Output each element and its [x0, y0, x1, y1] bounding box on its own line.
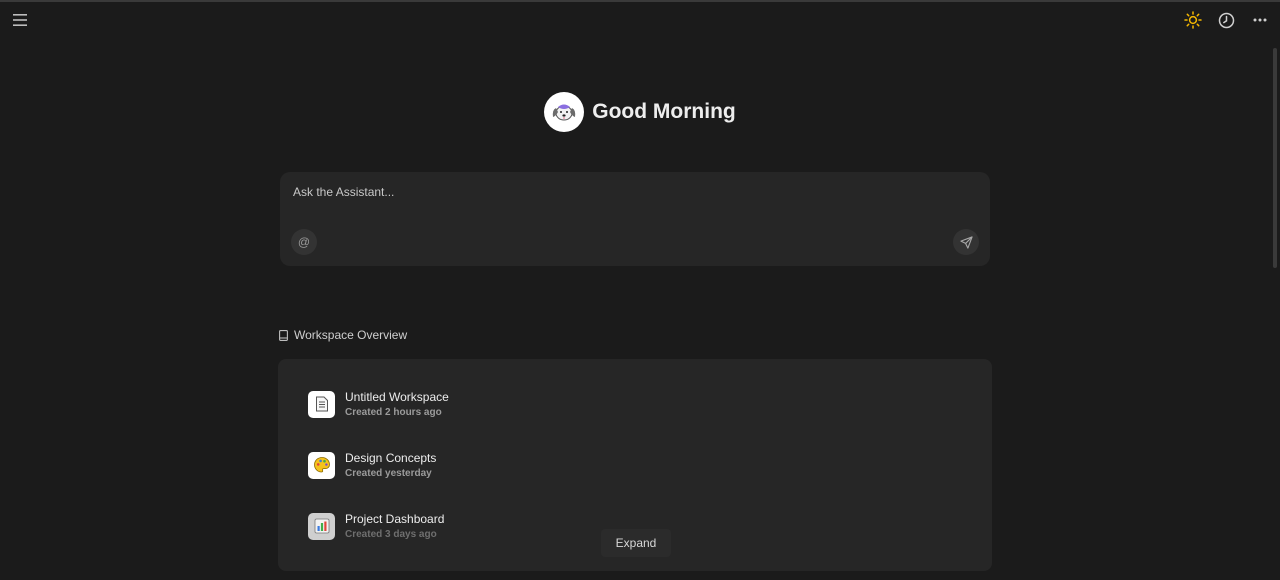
palette-icon — [308, 451, 335, 479]
mention-button[interactable]: @ — [291, 229, 317, 255]
top-border — [0, 0, 1280, 2]
greeting: Good Morning — [0, 92, 1280, 132]
greeting-text: Good Morning — [592, 100, 736, 123]
workspace-item-project-dashboard[interactable]: Project Dashboard Created 3 days ago — [308, 512, 444, 540]
dog-avatar-icon — [544, 92, 585, 132]
workspace-item-title: Untitled Workspace — [345, 390, 449, 404]
hamburger-menu-icon[interactable] — [8, 8, 32, 32]
scrollbar[interactable] — [1273, 48, 1277, 268]
workspace-item-title: Project Dashboard — [345, 512, 445, 526]
workspace-list-panel: Untitled Workspace Created 2 hours ago D… — [278, 359, 992, 571]
document-icon — [308, 390, 335, 418]
send-button[interactable] — [953, 229, 979, 255]
book-icon — [279, 329, 288, 341]
workspace-item-untitled[interactable]: Untitled Workspace Created 2 hours ago — [308, 390, 449, 418]
at-sign-icon: @ — [297, 235, 311, 249]
workspace-item-subtitle: Created yesterday — [345, 468, 432, 479]
workspace-item-subtitle: Created 2 hours ago — [345, 407, 442, 418]
assistant-composer: @ — [280, 172, 990, 266]
clock-icon[interactable] — [1214, 8, 1238, 32]
section-title: Workspace Overview — [294, 328, 408, 342]
workspace-item-design-concepts[interactable]: Design Concepts Created yesterday — [308, 451, 436, 479]
assistant-prompt-input[interactable] — [293, 182, 933, 202]
workspace-item-subtitle: Created 3 days ago — [345, 529, 437, 540]
bar-chart-icon — [308, 512, 335, 540]
expand-button[interactable]: Expand — [601, 529, 671, 557]
more-horizontal-icon[interactable] — [1248, 8, 1272, 32]
send-icon — [959, 235, 973, 249]
workspace-overview-heading: Workspace Overview — [279, 328, 407, 342]
workspace-item-title: Design Concepts — [345, 451, 437, 465]
sun-icon[interactable] — [1181, 8, 1205, 32]
